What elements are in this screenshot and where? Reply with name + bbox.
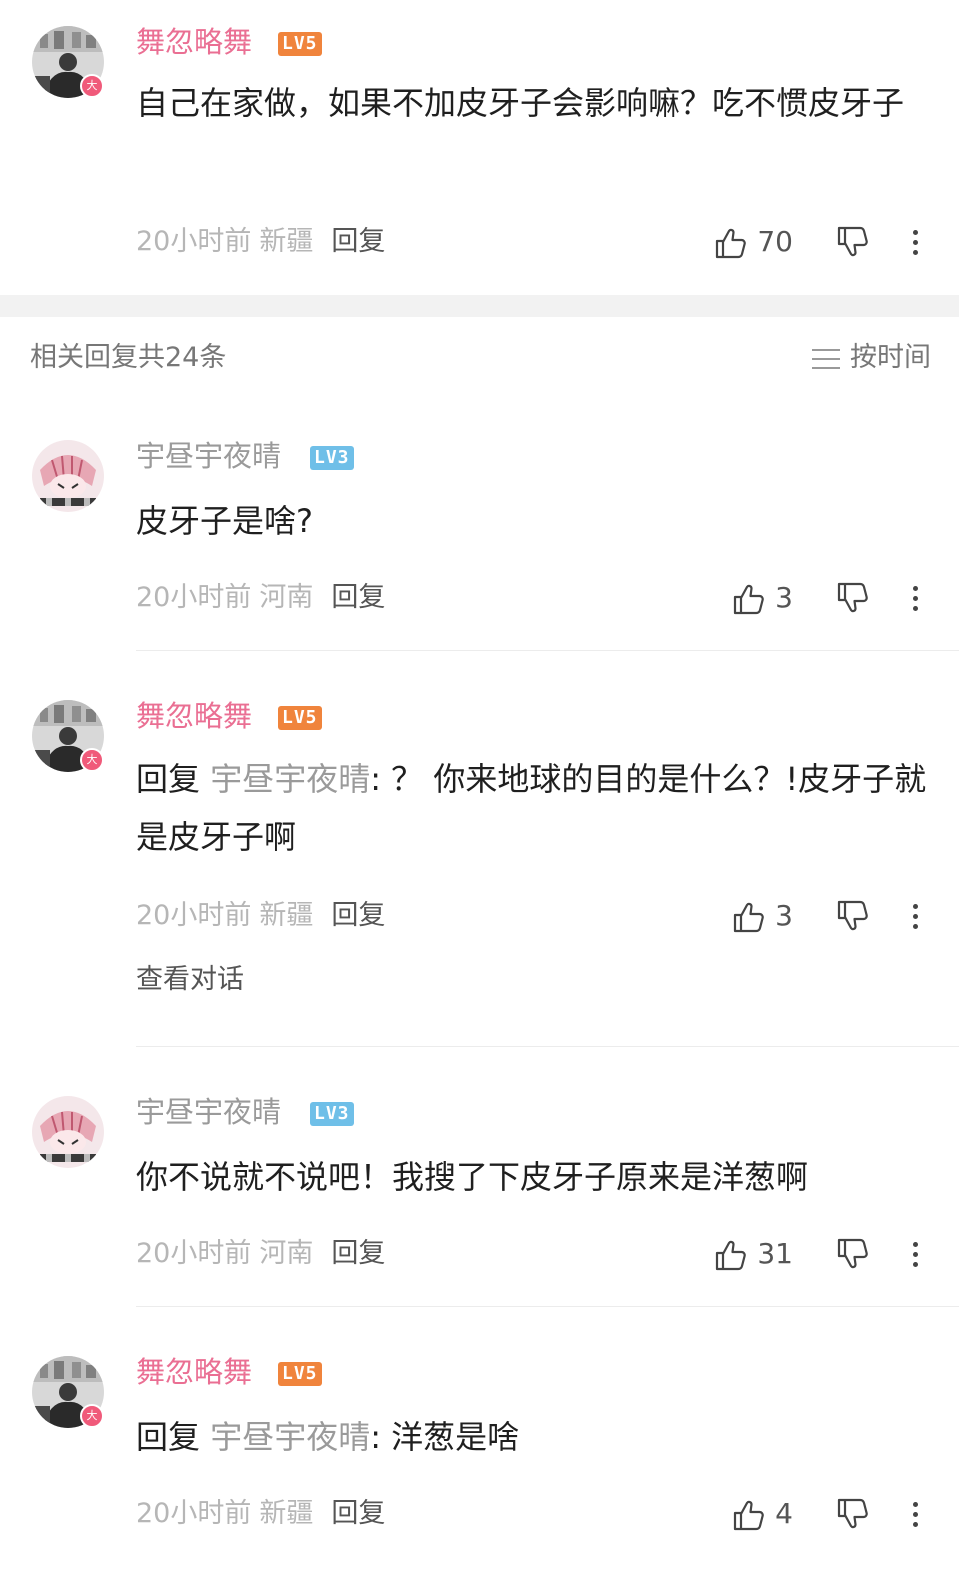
more-vertical-icon[interactable] — [910, 580, 920, 616]
more-vertical-icon[interactable] — [910, 1236, 920, 1272]
dislike-button[interactable] — [834, 224, 870, 260]
level-badge: LV3 — [310, 446, 354, 470]
sort-button[interactable]: 按时间 — [812, 340, 931, 376]
timestamp: 20小时前 — [136, 1498, 252, 1529]
comment-text: 回复 宇昼宇夜晴: 洋葱是啥 — [136, 1408, 936, 1466]
mention-link[interactable]: 宇昼宇夜晴 — [210, 760, 370, 798]
thumbs-up-icon — [712, 225, 748, 261]
comment-text: 回复 宇昼宇夜晴: ？ 你来地球的目的是什么？!皮牙子就是皮牙子啊 — [136, 750, 936, 866]
divider — [136, 1306, 959, 1307]
sort-label: 按时间 — [850, 342, 931, 373]
comment-text: 你不说就不说吧！我搜了下皮牙子原来是洋葱啊 — [136, 1158, 809, 1196]
mention-link[interactable]: 宇昼宇夜晴 — [210, 1418, 370, 1456]
username[interactable]: 舞忽略舞 — [136, 24, 252, 60]
dislike-button[interactable] — [834, 1236, 870, 1272]
reply-prefix: 回复 — [136, 1418, 211, 1456]
thumbs-down-icon — [834, 1236, 870, 1272]
like-button[interactable]: 4 — [730, 1496, 793, 1533]
vip-badge: 大 — [80, 748, 104, 772]
replies-count: 相关回复共24条 — [30, 342, 227, 373]
thumbs-down-icon — [834, 898, 870, 934]
location: 新疆 — [259, 900, 314, 931]
avatar[interactable] — [32, 1096, 104, 1168]
divider — [136, 1046, 959, 1047]
dislike-button[interactable] — [834, 580, 870, 616]
username[interactable]: 宇昼宇夜晴 — [136, 438, 281, 474]
view-conversation-link[interactable]: 查看对话 — [136, 962, 244, 998]
timestamp: 20小时前 — [136, 900, 252, 931]
reply-button[interactable]: 回复 — [331, 1498, 385, 1529]
more-vertical-icon[interactable] — [910, 898, 920, 934]
level-badge: LV5 — [278, 32, 322, 56]
thumbs-down-icon — [834, 1496, 870, 1532]
comment-meta: 20小时前 新疆 回复 — [136, 1496, 385, 1532]
vip-badge: 大 — [80, 1404, 104, 1428]
more-vertical-icon[interactable] — [910, 224, 920, 260]
like-count: 4 — [775, 1497, 793, 1530]
comment-text: 皮牙子是啥? — [136, 502, 313, 540]
username[interactable]: 舞忽略舞 — [136, 1354, 252, 1390]
comment-meta: 20小时前 河南 回复 — [136, 1236, 385, 1272]
location: 新疆 — [259, 1498, 314, 1529]
thumbs-up-icon — [730, 581, 766, 617]
avatar[interactable] — [32, 440, 104, 512]
reply-text: : 洋葱是啥 — [370, 1418, 520, 1456]
like-button[interactable]: 31 — [712, 1236, 793, 1273]
thumbs-down-icon — [834, 580, 870, 616]
like-button[interactable]: 3 — [730, 898, 793, 935]
section-divider — [0, 295, 959, 317]
thumbs-down-icon — [834, 224, 870, 260]
level-badge: LV5 — [278, 706, 322, 730]
thumbs-up-icon — [712, 1237, 748, 1273]
like-count: 31 — [757, 1237, 793, 1270]
location: 河南 — [259, 582, 314, 613]
location: 新疆 — [259, 226, 314, 257]
like-button[interactable]: 70 — [712, 224, 793, 261]
thumbs-up-icon — [730, 899, 766, 935]
like-count: 3 — [775, 581, 793, 614]
like-count: 70 — [757, 225, 793, 258]
timestamp: 20小时前 — [136, 1238, 252, 1269]
username[interactable]: 舞忽略舞 — [136, 698, 252, 734]
like-button[interactable]: 3 — [730, 580, 793, 617]
reply-button[interactable]: 回复 — [331, 1238, 385, 1269]
like-count: 3 — [775, 899, 793, 932]
comment-text: 自己在家做，如果不加皮牙子会影响嘛？吃不惯皮牙子 — [136, 84, 905, 122]
reply-prefix: 回复 — [136, 760, 211, 798]
comment-meta: 20小时前 新疆 回复 — [136, 224, 385, 260]
reply-button[interactable]: 回复 — [331, 900, 385, 931]
reply-button[interactable]: 回复 — [331, 582, 385, 613]
username[interactable]: 宇昼宇夜晴 — [136, 1094, 281, 1130]
more-vertical-icon[interactable] — [910, 1496, 920, 1532]
comment-meta: 20小时前 新疆 回复 — [136, 898, 385, 934]
sort-lines-icon — [812, 348, 840, 369]
thumbs-up-icon — [730, 1497, 766, 1533]
timestamp: 20小时前 — [136, 582, 252, 613]
dislike-button[interactable] — [834, 1496, 870, 1532]
timestamp: 20小时前 — [136, 226, 252, 257]
divider — [136, 650, 959, 651]
vip-badge: 大 — [80, 74, 104, 98]
level-badge: LV5 — [278, 1362, 322, 1386]
level-badge: LV3 — [310, 1102, 354, 1126]
dislike-button[interactable] — [834, 898, 870, 934]
location: 河南 — [259, 1238, 314, 1269]
reply-button[interactable]: 回复 — [331, 226, 385, 257]
comment-meta: 20小时前 河南 回复 — [136, 580, 385, 616]
